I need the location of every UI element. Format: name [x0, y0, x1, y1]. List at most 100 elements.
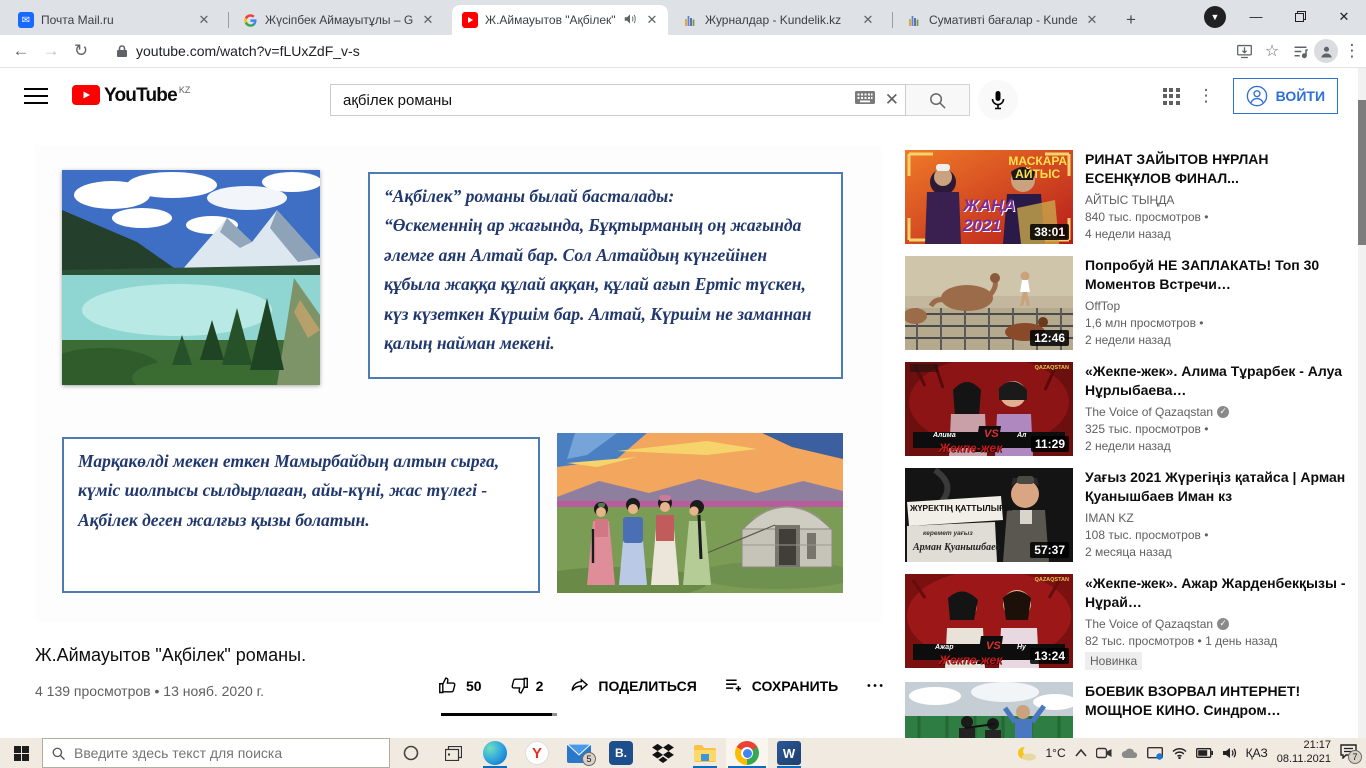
search-input[interactable] [343, 91, 855, 109]
tab-close-icon[interactable]: ✕ [420, 12, 436, 28]
window-close-button[interactable]: ✕ [1322, 0, 1366, 33]
taskbar-clock[interactable]: 21:17 08.11.2021 [1277, 739, 1331, 767]
tab-close-icon[interactable]: ✕ [644, 12, 660, 28]
taskbar-edge-icon[interactable] [474, 738, 516, 768]
related-video-title[interactable]: Попробуй НЕ ЗАПЛАКАТЬ! Топ 30 Моментов В… [1085, 256, 1348, 294]
search-box[interactable]: ✕ [330, 84, 906, 116]
notification-center-button[interactable]: 7 [1340, 744, 1362, 764]
display-project-icon[interactable] [1146, 746, 1163, 760]
browser-profile-badge[interactable]: ▼ [1204, 6, 1226, 28]
tab-audio-icon[interactable] [623, 12, 637, 29]
onedrive-icon[interactable] [1121, 748, 1138, 759]
language-indicator[interactable]: ҚАЗ [1246, 746, 1268, 760]
wifi-icon[interactable] [1172, 747, 1187, 759]
channel-name[interactable]: IMAN KZ [1085, 511, 1134, 525]
youtube-apps-icon[interactable] [1162, 87, 1180, 105]
video-thumbnail[interactable]: ЖҮРЕКТІҢ ҚАТТЫЛЫҒЫ керемет уағыз Арман Қ… [905, 468, 1073, 562]
related-video-title[interactable]: «Жекпе-жек». Ажар Жарденбекқызы - Нұрай… [1085, 574, 1348, 612]
channel-name[interactable]: АЙТЫС ТЫҢДА [1085, 193, 1174, 207]
video-age: 2 недели назад [1085, 332, 1171, 347]
thumb-name-left: Ажар [935, 644, 954, 651]
taskbar-dropbox-icon[interactable] [642, 738, 684, 768]
related-video-item[interactable]: QAZAQSTAN Алима VS Ал Жекпе-жек 11:29 «Ж… [905, 362, 1358, 456]
video-thumbnail[interactable] [905, 681, 1073, 738]
youtube-logo[interactable]: YouTube KZ [72, 85, 190, 107]
browser-menu-icon[interactable]: ⋮ [1338, 37, 1366, 65]
channel-name[interactable]: OffTop [1085, 299, 1120, 313]
taskbar-yandex-icon[interactable]: Y [516, 738, 558, 768]
taskbar-b-app-icon[interactable]: B. [600, 738, 642, 768]
start-button[interactable] [0, 738, 42, 768]
like-button[interactable]: 50 [438, 675, 482, 696]
taskbar-word-icon[interactable]: W [768, 738, 810, 768]
related-video-item[interactable]: МАСКАРА АЙТЫС ЖАҢА 2021 38:01 РИНАТ ЗАЙЫТО… [905, 150, 1358, 244]
thumbs-up-icon [439, 677, 456, 694]
related-video-title[interactable]: БОЕВИК ВЗОРВАЛ ИНТЕРНЕТ! МОЩНОЕ КИНО. Си… [1085, 682, 1348, 720]
signin-button[interactable]: ВОЙТИ [1232, 78, 1338, 114]
tray-expand-icon[interactable] [1075, 749, 1087, 757]
channel-name[interactable]: The Voice of Qazaqstan [1085, 405, 1213, 419]
tab-close-icon[interactable]: ✕ [196, 12, 212, 28]
virtual-keyboard-icon[interactable] [854, 91, 875, 109]
guide-menu-icon[interactable] [24, 84, 48, 108]
task-view-button[interactable] [432, 738, 474, 768]
related-video-item[interactable]: 12:46 Попробуй НЕ ЗАПЛАКАТЬ! Топ 30 Моме… [905, 256, 1358, 350]
share-button[interactable]: ПОДЕЛИТЬСЯ [569, 675, 697, 696]
page-scrollbar[interactable] [1358, 68, 1366, 738]
taskbar-explorer-icon[interactable] [684, 738, 726, 768]
reload-button[interactable]: ↻ [66, 37, 96, 65]
tab-kundelik-grades[interactable]: Сумативті бағалар - Kunde ✕ [896, 5, 1108, 35]
save-button[interactable]: СОХРАНИТЬ [723, 675, 838, 696]
related-video-item[interactable]: QAZAQSTAN Ажар VS Ну Жекпе-жек 13:24 «Же… [905, 574, 1358, 670]
channel-name[interactable]: The Voice of Qazaqstan [1085, 617, 1213, 631]
forward-button[interactable]: → [36, 37, 66, 65]
kundelik-icon [906, 12, 922, 28]
video-thumbnail[interactable]: QAZAQSTAN Алима VS Ал Жекпе-жек 11:29 [905, 362, 1073, 456]
scrollbar-thumb[interactable] [1358, 100, 1366, 245]
tab-kundelik-journals[interactable]: Журналдар - Kundelik.kz ✕ [672, 5, 884, 35]
back-button[interactable]: ← [6, 37, 36, 65]
tab-youtube-active[interactable]: Ж.Аймауытов "Ақбілек" ✕ [452, 5, 668, 35]
window-maximize-button[interactable] [1278, 0, 1322, 33]
taskbar-search-input[interactable] [74, 745, 354, 761]
related-video-title[interactable]: РИНАТ ЗАЙЫТОВ НҰРЛАН ЕСЕНҚҰЛОВ ФИНАЛ... [1085, 150, 1348, 188]
cortana-button[interactable] [390, 738, 432, 768]
window-minimize-button[interactable]: — [1234, 0, 1278, 33]
taskbar-chrome-icon[interactable] [726, 738, 768, 768]
tab-mail-ru[interactable]: ✉ Почта Mail.ru ✕ [8, 5, 220, 35]
volume-icon[interactable] [1222, 747, 1237, 759]
media-controls-icon[interactable] [1286, 37, 1314, 65]
related-video-item[interactable]: ЖҮРЕКТІҢ ҚАТТЫЛЫҒЫ керемет уағыз Арман Қ… [905, 468, 1358, 562]
video-player[interactable]: “Ақбілек” романы былай басталады: “Өскем… [35, 145, 883, 622]
related-video-item[interactable]: БОЕВИК ВЗОРВАЛ ИНТЕРНЕТ! МОЩНОЕ КИНО. Си… [905, 681, 1358, 738]
video-thumbnail[interactable]: МАСКАРА АЙТЫС ЖАҢА 2021 38:01 [905, 150, 1073, 244]
weather-icon[interactable] [1015, 745, 1037, 761]
dislike-button[interactable]: 2 [508, 675, 543, 696]
taskbar-mail-icon[interactable]: 5 [558, 738, 600, 768]
verified-badge-icon: ✓ [1217, 405, 1230, 418]
save-page-icon[interactable] [1230, 37, 1258, 65]
address-bar[interactable]: youtube.com/watch?v=fLUxZdF_v-s [104, 37, 1222, 65]
tab-close-icon[interactable]: ✕ [1084, 12, 1100, 28]
battery-icon[interactable] [1195, 748, 1213, 758]
browser-avatar[interactable] [1314, 39, 1338, 63]
temperature-text[interactable]: 1°C [1046, 746, 1066, 760]
thumb-overlay-title: Жекпе-жек [939, 441, 1003, 455]
search-button[interactable] [906, 84, 970, 116]
related-video-title[interactable]: «Жекпе-жек». Алима Тұрарбек - Алуа Нұрлы… [1085, 362, 1348, 400]
tab-close-icon[interactable]: ✕ [860, 12, 876, 28]
clear-search-icon[interactable]: ✕ [885, 90, 899, 110]
video-thumbnail[interactable]: 12:46 [905, 256, 1073, 350]
youtube-settings-menu-icon[interactable]: ⋮ [1198, 86, 1215, 106]
video-thumbnail[interactable]: QAZAQSTAN Ажар VS Ну Жекпе-жек 13:24 [905, 574, 1073, 668]
taskbar-search-box[interactable] [42, 738, 390, 768]
bookmark-star-icon[interactable]: ☆ [1258, 37, 1286, 65]
video-stats: 4 139 просмотров • 13 нояб. 2020 г. [35, 683, 264, 699]
related-video-title[interactable]: Уағыз 2021 Жүрегіңіз қатайса | Арман Қуа… [1085, 468, 1348, 506]
mailru-icon: ✉ [18, 12, 34, 28]
tab-google-search[interactable]: Жүсіпбек Аймауытұлы – Goc ✕ [232, 5, 444, 35]
voice-search-icon[interactable] [978, 80, 1018, 120]
meet-now-icon[interactable] [1095, 747, 1112, 759]
more-actions-button[interactable] [864, 675, 886, 696]
new-tab-button[interactable]: + [1118, 7, 1144, 33]
